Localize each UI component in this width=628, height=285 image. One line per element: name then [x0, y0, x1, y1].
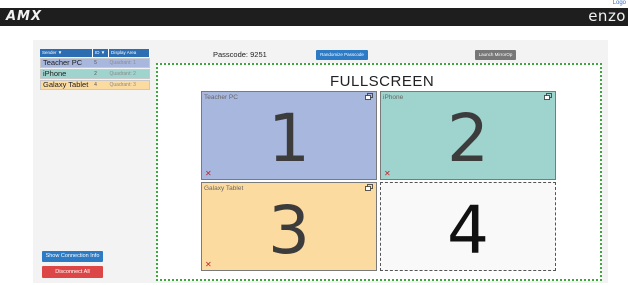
randomize-passcode-button[interactable]: Randomize Passcode — [316, 50, 368, 60]
logout-link[interactable]: Logo — [613, 0, 626, 6]
quadrant-number: 4 — [447, 192, 489, 269]
quadrant-sender-label: Galaxy Tablet — [204, 185, 244, 192]
sender-id: 2 — [94, 71, 97, 77]
quadrant-number: 1 — [268, 100, 310, 177]
passcode-text: Passcode: 9251 — [213, 50, 267, 59]
table-header: Sender ▼ ID ▼ Display Area — [40, 49, 150, 57]
sender-name: iPhone — [43, 69, 67, 78]
sender-name: Galaxy Tablet — [43, 80, 89, 89]
close-icon[interactable]: ✕ — [205, 170, 212, 178]
top-bar: AMX enzo — [0, 7, 628, 26]
quadrant-3[interactable]: Galaxy Tablet 3 ✕ — [201, 182, 377, 271]
close-icon[interactable]: ✕ — [205, 261, 212, 269]
fullscreen-icon[interactable] — [365, 184, 373, 191]
quadrant-number: 3 — [268, 192, 310, 269]
disconnect-all-button[interactable]: Disconnect All — [42, 266, 103, 278]
amx-logo: AMX — [6, 9, 43, 24]
launch-mirrorop-button[interactable]: Launch MirrorOp — [475, 50, 516, 60]
fullscreen-icon[interactable] — [544, 93, 552, 100]
stage-title[interactable]: FULLSCREEN — [330, 73, 434, 90]
sender-name: Teacher PC — [43, 58, 83, 67]
table-row[interactable]: Galaxy Tablet 4 Quadrant: 3 — [40, 80, 150, 90]
quadrant-4[interactable]: 4 — [380, 182, 556, 271]
quadrant-1[interactable]: Teacher PC 1 ✕ — [201, 91, 377, 180]
table-row[interactable]: iPhone 2 Quadrant: 2 — [40, 69, 150, 79]
id-column-header[interactable]: ID ▼ — [93, 49, 109, 57]
quadrant-2[interactable]: iPhone 2 ✕ — [380, 91, 556, 180]
display-area-column-header: Display Area — [109, 49, 150, 57]
enzo-logo: enzo — [588, 7, 626, 25]
fullscreen-icon[interactable] — [365, 93, 373, 100]
quadrant-sender-label: Teacher PC — [204, 94, 238, 101]
sender-table: Sender ▼ ID ▼ Display Area Teacher PC 5 … — [40, 49, 150, 90]
table-row[interactable]: Teacher PC 5 Quadrant: 1 — [40, 58, 150, 68]
close-icon[interactable]: ✕ — [384, 170, 391, 178]
sender-area: Quadrant: 2 — [109, 71, 136, 77]
sender-id: 5 — [94, 60, 97, 66]
sender-id: 4 — [94, 82, 97, 88]
sender-area: Quadrant: 3 — [109, 82, 136, 88]
show-connection-info-button[interactable]: Show Connection Info — [42, 251, 103, 262]
quadrant-sender-label: iPhone — [383, 94, 404, 101]
sender-area: Quadrant: 1 — [109, 60, 136, 66]
quadrant-number: 2 — [447, 100, 489, 177]
sender-column-header[interactable]: Sender ▼ — [40, 49, 93, 57]
